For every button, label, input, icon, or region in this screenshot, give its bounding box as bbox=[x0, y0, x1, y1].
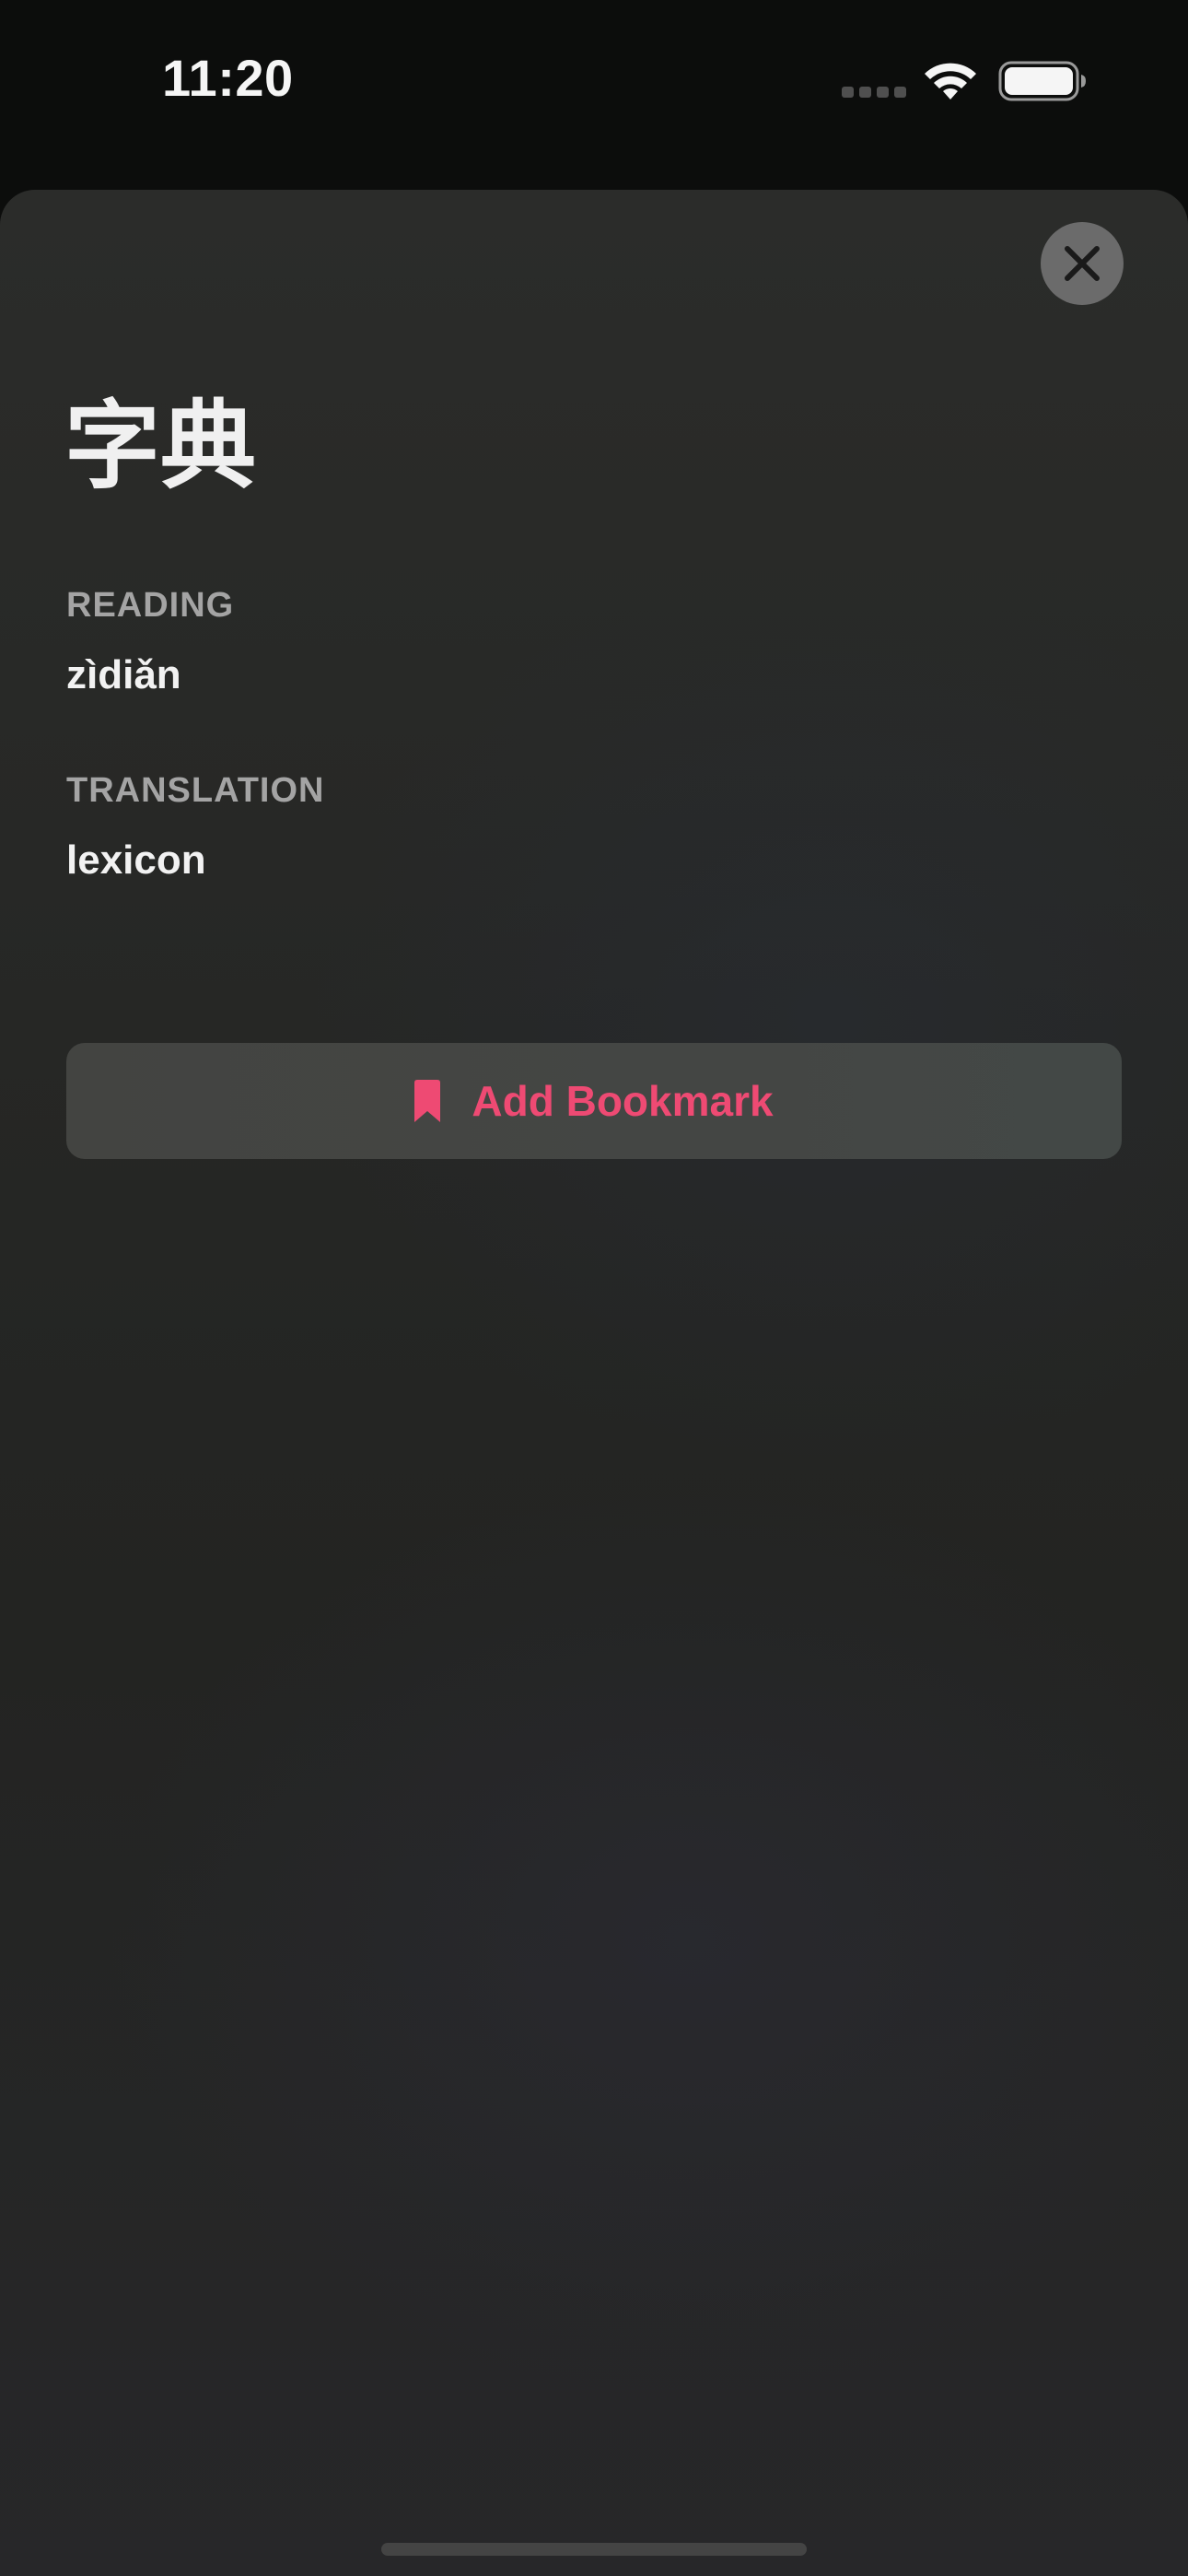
battery-icon bbox=[998, 61, 1087, 101]
reading-value: zìdiǎn bbox=[66, 652, 181, 697]
reading-label: READING bbox=[66, 586, 235, 625]
add-bookmark-button[interactable]: Add Bookmark bbox=[66, 1043, 1122, 1159]
home-indicator[interactable] bbox=[381, 2543, 807, 2556]
screen: 11:20 字典 READING zìdiǎn TRANSLATION lexi… bbox=[0, 0, 1188, 2576]
cellular-signal-icon bbox=[842, 87, 906, 98]
status-bar: 11:20 bbox=[0, 0, 1188, 161]
close-button[interactable] bbox=[1041, 222, 1124, 305]
close-icon bbox=[1065, 246, 1100, 281]
term-heading: 字典 bbox=[64, 390, 257, 502]
translation-value: lexicon bbox=[66, 837, 206, 883]
add-bookmark-label: Add Bookmark bbox=[472, 1077, 774, 1125]
detail-sheet: 字典 READING zìdiǎn TRANSLATION lexicon Ad… bbox=[0, 190, 1188, 2576]
status-time: 11:20 bbox=[162, 49, 294, 107]
translation-label: TRANSLATION bbox=[66, 771, 325, 810]
wifi-icon bbox=[921, 59, 980, 103]
bookmark-icon bbox=[414, 1080, 441, 1122]
